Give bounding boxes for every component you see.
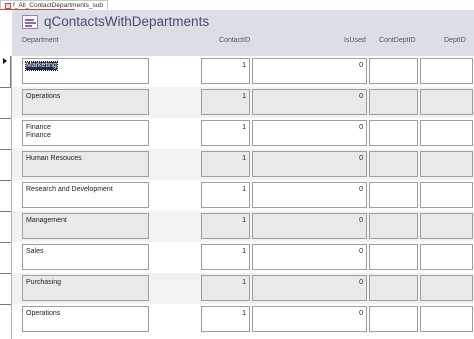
record-row: Marketing 1 0 — [12, 56, 474, 87]
isused-field[interactable]: 0 — [252, 213, 367, 239]
isused-field[interactable]: 0 — [252, 275, 367, 301]
deptid-field[interactable] — [420, 120, 473, 146]
record-row: Research and Development 1 0 — [12, 180, 474, 211]
contdeptid-field[interactable] — [369, 213, 418, 239]
isused-field[interactable]: 0 — [252, 151, 367, 177]
contactid-field[interactable]: 1 — [201, 89, 250, 115]
deptid-field[interactable] — [420, 89, 473, 115]
column-header-isused: IsUsed — [344, 37, 366, 44]
department-value: Purchasing — [26, 279, 62, 286]
contactid-value: 1 — [242, 248, 246, 255]
isused-value: 0 — [359, 310, 363, 317]
contdeptid-field[interactable] — [369, 275, 418, 301]
contactid-field[interactable]: 1 — [201, 213, 250, 239]
isused-value: 0 — [359, 217, 363, 224]
contdeptid-field[interactable] — [369, 58, 418, 84]
deptid-field[interactable] — [420, 275, 473, 301]
department-value: Finance Finance — [26, 124, 51, 139]
deptid-field[interactable] — [420, 151, 473, 177]
deptid-field[interactable] — [420, 58, 473, 84]
isused-value: 0 — [359, 62, 363, 69]
record-row: Operations 1 0 — [12, 304, 474, 335]
isused-field[interactable]: 0 — [252, 120, 367, 146]
column-header-contactid: ContactID — [219, 37, 251, 44]
record-row: Management 1 0 — [12, 211, 474, 242]
form-title: qContactsWithDepartments — [44, 14, 210, 29]
contdeptid-field[interactable] — [369, 89, 418, 115]
deptid-field[interactable] — [420, 306, 473, 332]
object-tab-strip: f_All_ContactDepartments_sub — [0, 0, 474, 10]
contdeptid-field[interactable] — [369, 306, 418, 332]
contactid-value: 1 — [242, 62, 246, 69]
department-field[interactable]: Marketing — [22, 58, 149, 84]
department-field[interactable]: Finance Finance — [22, 120, 149, 146]
isused-field[interactable]: 0 — [252, 306, 367, 332]
isused-value: 0 — [359, 155, 363, 162]
department-field[interactable]: Management — [22, 213, 149, 239]
contactid-field[interactable]: 1 — [201, 244, 250, 270]
department-field[interactable]: Operations — [22, 306, 149, 332]
deptid-field[interactable] — [420, 213, 473, 239]
column-header-contdeptid: ContDeptID — [379, 37, 416, 44]
contactid-field[interactable]: 1 — [201, 275, 250, 301]
form-icon — [5, 2, 11, 9]
contactid-value: 1 — [242, 124, 246, 131]
department-value: Sales — [26, 248, 44, 255]
contdeptid-field[interactable] — [369, 182, 418, 208]
department-value: Research and Development — [26, 186, 113, 193]
department-field[interactable]: Operations — [22, 89, 149, 115]
record-row: Human Resouces 1 0 — [12, 149, 474, 180]
contactid-field[interactable]: 1 — [201, 306, 250, 332]
isused-value: 0 — [359, 93, 363, 100]
datasheet-form-icon — [22, 15, 38, 29]
contactid-field[interactable]: 1 — [201, 182, 250, 208]
contactid-field[interactable]: 1 — [201, 58, 250, 84]
contactid-value: 1 — [242, 279, 246, 286]
record-selector-column[interactable] — [0, 56, 12, 339]
department-value: Operations — [26, 93, 61, 100]
record-row: Sales 1 0 — [12, 242, 474, 273]
department-field[interactable]: Human Resouces — [22, 151, 149, 177]
contdeptid-field[interactable] — [369, 151, 418, 177]
department-field[interactable]: Sales — [22, 244, 149, 270]
department-value: Human Resouces — [26, 155, 82, 162]
department-field[interactable]: Research and Development — [22, 182, 149, 208]
current-record-arrow-icon — [3, 58, 7, 64]
record-row: Finance Finance 1 0 — [12, 118, 474, 149]
deptid-field[interactable] — [420, 244, 473, 270]
contactid-field[interactable]: 1 — [201, 120, 250, 146]
isused-field[interactable]: 0 — [252, 244, 367, 270]
contactid-value: 1 — [242, 155, 246, 162]
contactid-field[interactable]: 1 — [201, 151, 250, 177]
department-value: Management — [26, 217, 67, 224]
department-field[interactable]: Purchasing — [22, 275, 149, 301]
deptid-field[interactable] — [420, 182, 473, 208]
column-header-deptid: DeptID — [444, 37, 466, 44]
isused-field[interactable]: 0 — [252, 182, 367, 208]
column-header-department: Department — [22, 37, 59, 44]
form-header: qContactsWithDepartments Department Cont… — [12, 10, 474, 56]
record-row: Purchasing 1 0 — [12, 273, 474, 304]
isused-value: 0 — [359, 279, 363, 286]
isused-value: 0 — [359, 186, 363, 193]
record-row: Operations 1 0 — [12, 87, 474, 118]
contdeptid-field[interactable] — [369, 244, 418, 270]
contactid-value: 1 — [242, 93, 246, 100]
isused-value: 0 — [359, 124, 363, 131]
isused-value: 0 — [359, 248, 363, 255]
isused-field[interactable]: 0 — [252, 58, 367, 84]
department-value: Operations — [26, 310, 61, 317]
contactid-value: 1 — [242, 186, 246, 193]
contactid-value: 1 — [242, 310, 246, 317]
contactid-value: 1 — [242, 217, 246, 224]
department-value: Marketing — [25, 61, 58, 71]
isused-field[interactable]: 0 — [252, 89, 367, 115]
contdeptid-field[interactable] — [369, 120, 418, 146]
